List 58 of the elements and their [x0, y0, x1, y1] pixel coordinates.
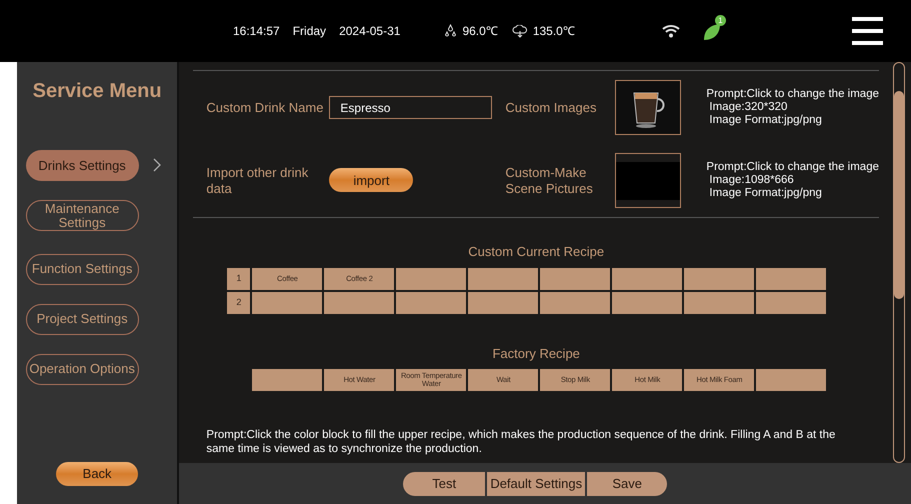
sidebar-item[interactable]: Drinks Settings	[26, 150, 139, 181]
field-label: Custom-Make Scene Pictures	[504, 164, 594, 196]
cloud-icon	[512, 24, 528, 38]
drink-image-thumbnail[interactable]	[615, 80, 682, 135]
field-label: Custom Drink Name	[205, 98, 324, 117]
recipe-step-block[interactable]	[468, 292, 538, 314]
recipe-step-block[interactable]	[468, 268, 538, 290]
prompt-text: Prompt:Click the color block to fill the upper recipe, which makes the production sequence of the drink. Filling A and B at the same time is viewed as to synchronize the production.	[205, 428, 836, 456]
field-label: Custom Images	[504, 98, 598, 117]
recipe-step-block[interactable]	[756, 292, 826, 314]
section-title: Factory Recipe	[491, 344, 581, 363]
wifi-icon	[662, 24, 680, 38]
image-hint-text: Prompt:Click to change the image	[706, 88, 879, 101]
date-text: 2024-05-31	[339, 23, 400, 40]
notification-badge: 1	[715, 15, 726, 26]
sidebar-item[interactable]: Project Settings	[26, 304, 139, 334]
recipe-step-block[interactable]	[540, 292, 610, 314]
drink-name-field[interactable]: Espresso	[329, 96, 492, 119]
back-button[interactable]: Back	[56, 462, 138, 486]
leaf-icon	[702, 22, 722, 42]
chevron-right-icon	[152, 158, 161, 172]
recipe-step-block[interactable]	[540, 268, 610, 290]
time-text: 16:14:57	[233, 23, 280, 40]
menu-icon[interactable]	[852, 17, 883, 45]
section-title: Custom Current Recipe	[467, 243, 606, 261]
import-button[interactable]: import	[329, 168, 414, 192]
sidebar-item[interactable]: Operation Options	[26, 354, 139, 384]
recipe-step-block[interactable]	[684, 292, 754, 314]
action-button[interactable]: Save	[585, 472, 668, 496]
field-label: Import other drink data	[205, 164, 310, 196]
row-number: 1	[227, 268, 250, 290]
recipe-step-block[interactable]	[684, 268, 754, 290]
recipe-step-block[interactable]	[612, 268, 682, 290]
recipe-step-block[interactable]	[252, 292, 322, 314]
scene-image-thumbnail[interactable]	[615, 153, 682, 208]
action-button[interactable]: Default Settings	[485, 472, 586, 496]
day-text: Friday	[292, 23, 326, 40]
sidebar-item[interactable]: Function Settings	[26, 254, 139, 284]
recipe-step-block[interactable]	[756, 268, 826, 290]
recipe-step-block[interactable]	[396, 292, 466, 314]
sidebar-item[interactable]: Maintenance Settings	[26, 200, 139, 231]
image-hint-text: Prompt:Click to change the image	[706, 161, 879, 174]
recipe-step-block[interactable]	[324, 292, 394, 314]
recipe-step-block[interactable]	[612, 292, 682, 314]
water-temperature-text: 96.0℃	[462, 23, 498, 40]
image-hint-text: Image:1098*666	[708, 174, 795, 187]
scrollbar-track[interactable]	[893, 62, 905, 463]
image-hint-text: Image Format:jpg/png	[708, 187, 823, 200]
image-hint-text: Image Format:jpg/png	[708, 114, 823, 127]
recipe-step-block[interactable]	[396, 268, 466, 290]
sidebar-title: Service Menu	[32, 79, 162, 104]
steam-temperature-text: 135.0℃	[532, 23, 575, 40]
row-number: 2	[227, 292, 250, 314]
water-drops-icon	[444, 24, 458, 38]
action-button[interactable]: Test	[403, 472, 486, 496]
image-hint-text: Image:320*320	[708, 101, 788, 114]
machine-photo-placeholder	[616, 162, 680, 200]
scrollbar-thumb[interactable]	[894, 91, 904, 299]
